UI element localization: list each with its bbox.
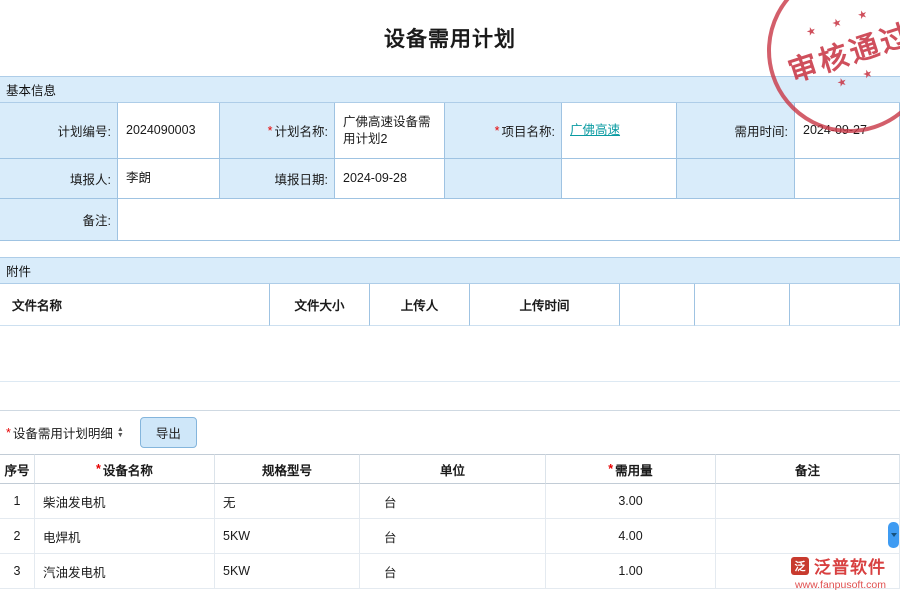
filler-label: 填报人:: [0, 159, 118, 199]
att-col-filesize: 文件大小: [270, 284, 370, 326]
att-col-uploadtime: 上传时间: [470, 284, 620, 326]
required-icon: *: [608, 462, 613, 476]
row-spec: 5KW: [215, 519, 360, 554]
required-icon: *: [6, 426, 11, 440]
detail-section-header: * 设备需用计划明细 ▲ ▼ 导出: [0, 410, 900, 454]
row-spec: 无: [215, 484, 360, 519]
scroll-down-icon: [891, 533, 897, 537]
attachments-empty-area: [0, 326, 900, 382]
row-name: 电焊机: [35, 519, 215, 554]
row-qty: 3.00: [546, 484, 716, 519]
fill-date-label: 填报日期:: [220, 159, 335, 199]
att-col-empty: [790, 284, 900, 326]
required-icon: *: [268, 124, 273, 138]
sort-icon[interactable]: ▲ ▼: [117, 427, 124, 439]
required-icon: *: [96, 462, 101, 476]
scrollbar-thumb[interactable]: [888, 522, 899, 548]
plan-name-label: *计划名称:: [220, 103, 335, 159]
detail-col-unit: 单位: [360, 454, 546, 484]
page-title: 设备需用计划: [0, 0, 900, 76]
plan-no-label: 计划编号:: [0, 103, 118, 159]
detail-col-seq: 序号: [0, 454, 35, 484]
empty-value-cell: [562, 159, 677, 199]
section-basic-info: 基本信息: [0, 76, 900, 103]
row-unit: 台: [360, 484, 546, 519]
detail-col-remark: 备注: [716, 454, 900, 484]
export-button[interactable]: 导出: [140, 417, 197, 448]
empty-value-cell: [795, 159, 900, 199]
filler-value: 李朗: [118, 159, 220, 199]
att-col-filename: 文件名称: [0, 284, 270, 326]
row-seq: 1: [0, 484, 35, 519]
detail-col-name: *设备名称: [35, 454, 215, 484]
detail-table: 序号 *设备名称 规格型号 单位 *需用量 备注 1 柴油发电机 无 台 3.0…: [0, 454, 900, 589]
plan-name-value: 广佛高速设备需用计划2: [335, 103, 445, 159]
empty-label-cell: [445, 159, 562, 199]
attachments-table-header: 文件名称 文件大小 上传人 上传时间: [0, 284, 900, 326]
row-remark: [716, 519, 900, 554]
detail-section-title: 设备需用计划明细: [13, 423, 113, 442]
need-time-label: 需用时间:: [677, 103, 795, 159]
project-name-label: *项目名称:: [445, 103, 562, 159]
section-attachments: 附件: [0, 257, 900, 284]
row-remark: [716, 484, 900, 519]
att-col-empty: [695, 284, 790, 326]
row-qty: 4.00: [546, 519, 716, 554]
fill-date-value: 2024-09-28: [335, 159, 445, 199]
row-name: 柴油发电机: [35, 484, 215, 519]
att-col-empty: [620, 284, 695, 326]
detail-col-qty: *需用量: [546, 454, 716, 484]
basic-info-table: 计划编号: 2024090003 *计划名称: 广佛高速设备需用计划2 *项目名…: [0, 103, 900, 241]
remark-label: 备注:: [0, 199, 118, 241]
vendor-url: www.fanpusoft.com: [791, 579, 886, 591]
sort-desc-icon: ▼: [117, 433, 124, 439]
required-icon: *: [495, 124, 500, 138]
project-name-value: 广佛高速: [562, 103, 677, 159]
basic-info-title: 基本信息: [6, 80, 56, 99]
row-name: 汽油发电机: [35, 554, 215, 589]
row-seq: 2: [0, 519, 35, 554]
detail-col-spec: 规格型号: [215, 454, 360, 484]
project-link[interactable]: 广佛高速: [570, 122, 620, 139]
empty-label-cell: [677, 159, 795, 199]
vendor-brand: 泛 泛普软件 www.fanpusoft.com: [791, 553, 886, 591]
att-col-uploader: 上传人: [370, 284, 470, 326]
row-qty: 1.00: [546, 554, 716, 589]
row-unit: 台: [360, 554, 546, 589]
need-time-value: 2024-09-27: [795, 103, 900, 159]
attachments-title: 附件: [6, 261, 31, 280]
vendor-name: 泛普软件: [814, 553, 886, 578]
vendor-logo-icon: 泛: [791, 557, 809, 575]
page: 设备需用计划 ★ ★ ★ 审核通过 ★ ★ 基本信息 计划编号: 2024090…: [0, 0, 900, 600]
plan-no-value: 2024090003: [118, 103, 220, 159]
remark-value: [118, 199, 900, 241]
row-seq: 3: [0, 554, 35, 589]
row-spec: 5KW: [215, 554, 360, 589]
row-unit: 台: [360, 519, 546, 554]
